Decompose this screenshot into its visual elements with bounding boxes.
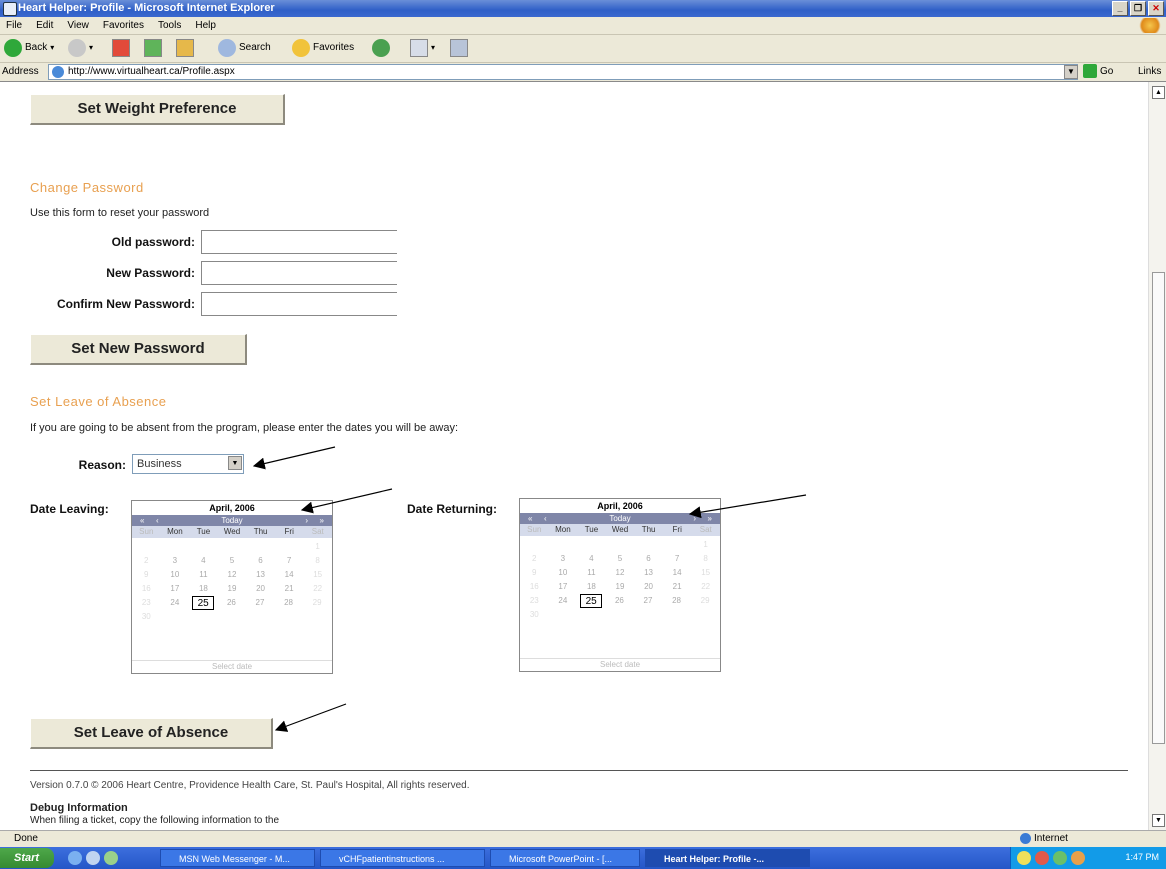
scroll-up-arrow-icon[interactable]: ▲: [1152, 86, 1165, 99]
scroll-down-arrow-icon[interactable]: ▼: [1152, 814, 1165, 827]
status-text: Done: [14, 833, 38, 844]
taskbar-item-powerpoint[interactable]: Microsoft PowerPoint - [...: [490, 849, 640, 867]
window-controls: _ ❐ ✕: [1112, 1, 1164, 16]
menu-help[interactable]: Help: [195, 17, 216, 34]
zone-label: Internet: [1034, 833, 1068, 844]
stop-button[interactable]: [112, 39, 130, 57]
annotation-arrows: [252, 446, 807, 732]
page-icon: [52, 66, 64, 78]
address-dropdown-button[interactable]: ▼: [1064, 65, 1078, 79]
scroll-thumb[interactable]: [1152, 272, 1165, 744]
windows-logo-icon: [1138, 18, 1162, 33]
menu-view[interactable]: View: [67, 17, 89, 34]
tray-icon-1[interactable]: [1017, 851, 1031, 865]
history-icon: [372, 39, 390, 57]
favorites-label: Favorites: [313, 42, 355, 53]
quicklaunch-desktop-icon[interactable]: [86, 851, 100, 865]
start-button[interactable]: Start: [0, 848, 54, 868]
arrow-reason: [252, 446, 336, 470]
menu-bar: File Edit View Favorites Tools Help: [0, 17, 1166, 35]
arrow-date-leaving: [300, 488, 393, 514]
taskbar-item-word[interactable]: vCHFpatientinstructions ...: [320, 849, 485, 867]
close-button[interactable]: ✕: [1148, 1, 1164, 16]
tray-icon-4[interactable]: [1071, 851, 1085, 865]
forward-button[interactable]: ▾: [68, 39, 93, 57]
tray-icon-3[interactable]: [1053, 851, 1067, 865]
forward-arrow-icon: [68, 39, 86, 57]
history-button[interactable]: [372, 39, 390, 57]
mail-icon: [410, 39, 428, 57]
arrow-date-returning: [688, 494, 807, 519]
address-bar: Address http://www.virtualheart.ca/Profi…: [0, 63, 1166, 82]
ie-app-icon: [3, 2, 17, 16]
quicklaunch-media-icon[interactable]: [104, 851, 118, 865]
debug-info-text: When filing a ticket, copy the following…: [30, 815, 280, 826]
go-label: Go: [1100, 65, 1114, 77]
page-content: Set Weight Preference Change Password Us…: [0, 82, 1148, 830]
tray-icon-2[interactable]: [1035, 851, 1049, 865]
home-icon: [176, 39, 194, 57]
window-title-bar: Heart Helper: Profile - Microsoft Intern…: [0, 0, 1166, 17]
clock: 1:47 PM: [1125, 852, 1159, 862]
home-button[interactable]: [176, 39, 194, 57]
address-input[interactable]: http://www.virtualheart.ca/Profile.aspx: [48, 64, 1078, 80]
back-arrow-icon: [4, 39, 22, 57]
status-bar: Done Internet: [0, 830, 1166, 847]
print-button[interactable]: [450, 39, 468, 57]
footer-copyright: Version 0.7.0 © 2006 Heart Centre, Provi…: [30, 780, 470, 791]
toolbar: Back ▾ ▾ Search Favorites ▾: [0, 35, 1166, 63]
minimize-button[interactable]: _: [1112, 1, 1128, 16]
back-label: Back: [25, 42, 48, 53]
taskbar: Start MSN Web Messenger - M... vCHFpatie…: [0, 847, 1166, 869]
debug-info-heading: Debug Information: [30, 802, 128, 814]
menu-favorites[interactable]: Favorites: [103, 17, 144, 34]
security-zone: Internet: [1020, 833, 1068, 844]
go-arrow-icon: [1083, 64, 1097, 78]
window-title: Heart Helper: Profile - Microsoft Intern…: [18, 2, 275, 14]
taskbar-item-msn[interactable]: MSN Web Messenger - M...: [160, 849, 315, 867]
search-label: Search: [239, 42, 271, 53]
stop-icon: [112, 39, 130, 57]
address-label: Address: [2, 66, 39, 77]
vertical-scrollbar[interactable]: ▲ ▼: [1148, 82, 1166, 830]
maximize-button[interactable]: ❐: [1130, 1, 1146, 16]
links-button[interactable]: Links: [1138, 66, 1161, 77]
menu-tools[interactable]: Tools: [158, 17, 181, 34]
refresh-button[interactable]: [144, 39, 162, 57]
menu-file[interactable]: File: [6, 17, 22, 34]
search-icon: [218, 39, 236, 57]
mail-button[interactable]: ▾: [410, 39, 435, 57]
back-button[interactable]: Back ▾: [4, 39, 54, 57]
taskbar-item-heart-helper[interactable]: Heart Helper: Profile -...: [645, 849, 810, 867]
print-icon: [450, 39, 468, 57]
globe-icon: [1020, 833, 1031, 844]
quicklaunch-ie-icon[interactable]: [68, 851, 82, 865]
refresh-icon: [144, 39, 162, 57]
footer-divider: [30, 770, 1128, 771]
search-button[interactable]: Search: [218, 39, 271, 57]
favorites-star-icon: [292, 39, 310, 57]
go-button[interactable]: Go: [1083, 64, 1113, 78]
address-url: http://www.virtualheart.ca/Profile.aspx: [68, 66, 235, 77]
favorites-button[interactable]: Favorites: [292, 39, 354, 57]
menu-edit[interactable]: Edit: [36, 17, 53, 34]
system-tray: 1:47 PM: [1010, 847, 1166, 869]
arrow-leave-button: [274, 703, 347, 732]
